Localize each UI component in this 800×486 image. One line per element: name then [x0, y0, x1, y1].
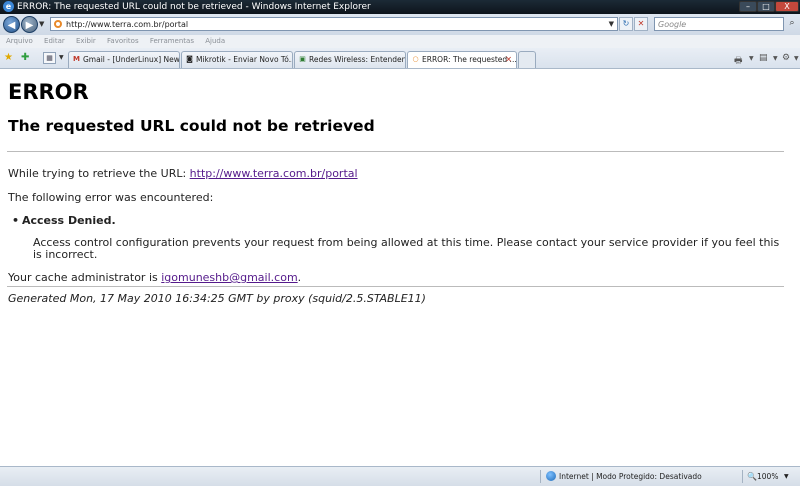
new-tab-button[interactable] — [518, 51, 536, 68]
search-icon[interactable]: ⌕ — [785, 17, 799, 31]
status-separator — [540, 470, 541, 483]
tab-label: Redes Wireless: Entendend... — [309, 55, 406, 64]
print-dropdown-icon[interactable]: ▼ — [749, 55, 754, 62]
tab-gmail[interactable]: M Gmail - [UnderLinux] New... — [68, 51, 180, 68]
divider — [7, 286, 784, 287]
ie-logo-icon: e — [3, 1, 14, 12]
admin-email-link[interactable]: igomuneshb@gmail.com — [161, 271, 297, 284]
generated-footer: Generated Mon, 17 May 2010 16:34:25 GMT … — [8, 292, 426, 305]
page-dropdown-icon[interactable]: ▼ — [773, 55, 778, 62]
admin-prefix: Your cache administrator is — [8, 271, 162, 284]
page-subtitle: The requested URL could not be retrieved — [8, 117, 375, 135]
status-separator — [742, 470, 743, 483]
tab-bar: ★ ✚ ▦ ▼ M Gmail - [UnderLinux] New... ◙ … — [0, 48, 800, 69]
zoom-level[interactable]: 100% — [757, 467, 778, 486]
page-title: ERROR — [8, 80, 89, 104]
tab-mikrotik[interactable]: ◙ Mikrotik - Enviar Novo Tó... — [181, 51, 293, 68]
tab-error-active[interactable]: ○ ERROR: The requested ... ✕ — [407, 51, 517, 68]
menu-item-ferramentas[interactable]: Ferramentas — [150, 37, 194, 45]
tab-label: Gmail - [UnderLinux] New... — [83, 55, 180, 64]
address-dropdown-icon[interactable]: ▼ — [609, 18, 614, 31]
zoom-dropdown-icon[interactable]: ▼ — [784, 467, 789, 486]
recent-pages-dropdown-icon[interactable]: ▼ — [39, 20, 44, 28]
page-favicon-icon: ○ — [412, 55, 419, 63]
security-zone-text[interactable]: Internet | Modo Protegido: Desativado — [559, 467, 702, 486]
page-content: ERROR The requested URL could not be ret… — [0, 70, 800, 465]
menu-item-exibir[interactable]: Exibir — [76, 37, 96, 45]
menu-item-favoritos[interactable]: Favoritos — [107, 37, 139, 45]
forward-button[interactable]: ▶ — [21, 16, 38, 33]
page-menu-icon[interactable]: ▤ — [759, 53, 768, 63]
maximize-button[interactable]: □ — [757, 1, 775, 12]
tools-gear-icon[interactable]: ⚙ — [782, 53, 790, 63]
divider — [7, 151, 784, 152]
admin-suffix: . — [297, 271, 302, 284]
retrieve-url-link[interactable]: http://www.terra.com.br/portal — [190, 167, 358, 180]
error-name: Access Denied. — [12, 214, 116, 227]
menu-bar: Arquivo Editar Exibir Favoritos Ferramen… — [0, 35, 800, 48]
menu-item-ajuda[interactable]: Ajuda — [205, 37, 225, 45]
menu-item-editar[interactable]: Editar — [44, 37, 65, 45]
forum-icon: ◙ — [186, 55, 193, 63]
tab-list-dropdown-icon[interactable]: ▼ — [59, 54, 64, 61]
page-icon: ▣ — [299, 55, 306, 63]
tools-dropdown-icon[interactable]: ▼ — [794, 55, 799, 62]
favorites-star-icon[interactable]: ★ — [4, 52, 13, 63]
gmail-icon: M — [73, 55, 80, 63]
address-input[interactable]: http://www.terra.com.br/portal ▼ — [50, 17, 618, 31]
window-title: ERROR: The requested URL could not be re… — [17, 2, 371, 12]
back-button[interactable]: ◀ — [3, 16, 20, 33]
retrieve-prefix: While trying to retrieve the URL: — [8, 167, 190, 180]
tab-redes-wireless[interactable]: ▣ Redes Wireless: Entendend... — [294, 51, 406, 68]
print-icon[interactable]: 🖶 — [734, 53, 743, 69]
error-description: Access control configuration prevents yo… — [33, 236, 780, 261]
address-url: http://www.terra.com.br/portal — [66, 20, 189, 29]
admin-line: Your cache administrator is igomuneshb@g… — [8, 271, 301, 284]
internet-zone-globe-icon — [546, 471, 556, 481]
refresh-button[interactable]: ↻ — [619, 17, 633, 31]
menu-item-arquivo[interactable]: Arquivo — [6, 37, 33, 45]
zoom-magnifier-icon[interactable]: 🔍 — [747, 467, 757, 486]
error-intro: The following error was encountered: — [8, 191, 214, 204]
status-bar: Internet | Modo Protegido: Desativado 🔍 … — [0, 466, 800, 486]
search-input[interactable]: Google — [654, 17, 784, 31]
window-title-bar: e ERROR: The requested URL could not be … — [0, 0, 800, 14]
page-favicon-icon — [54, 20, 62, 28]
tab-label: ERROR: The requested ... — [422, 55, 517, 64]
navigation-bar: ◀ ▶ ▼ http://www.terra.com.br/portal ▼ ↻… — [0, 14, 800, 35]
stop-button[interactable]: ✕ — [634, 17, 648, 31]
quick-tabs-icon[interactable]: ▦ — [43, 52, 56, 64]
close-button[interactable]: X — [775, 1, 799, 12]
close-tab-icon[interactable]: ✕ — [505, 52, 512, 68]
retrieve-line: While trying to retrieve the URL: http:/… — [8, 167, 358, 180]
minimize-button[interactable]: – — [739, 1, 757, 12]
add-favorites-icon[interactable]: ✚ — [21, 52, 29, 63]
tab-label: Mikrotik - Enviar Novo Tó... — [196, 55, 293, 64]
